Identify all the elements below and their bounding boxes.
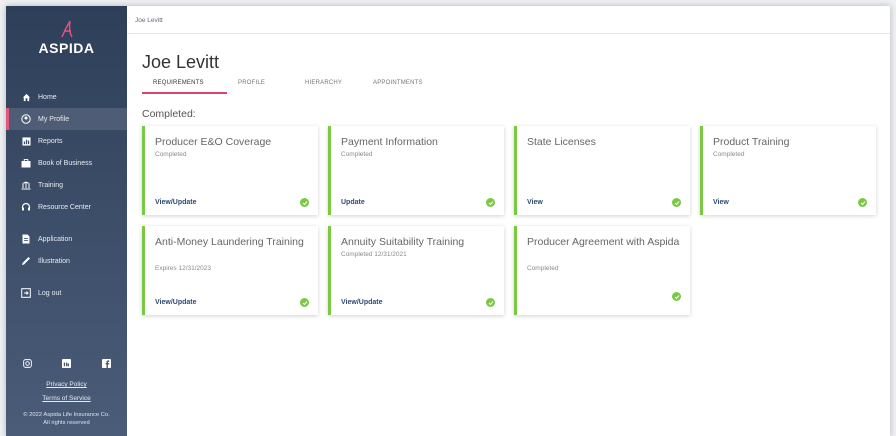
card-title: Payment Information [341,136,438,148]
view-link[interactable]: View [713,199,729,206]
sidebar-item-illustration[interactable]: Illustration [6,250,127,272]
facebook-icon[interactable] [101,358,111,368]
view-update-link[interactable]: View/Update [155,199,197,206]
main-content: Joe Levitt Joe Levitt REQUIREMENTS PROFI… [127,6,890,436]
pencil-icon [20,255,32,267]
requirement-card-anti-money-laundering: Anti-Money Laundering Training Expires 1… [142,226,318,315]
requirement-card-product-training: Product Training Completed View [700,126,876,215]
tab-appointments[interactable]: APPOINTMENTS [361,80,441,94]
nav-divider [6,218,127,228]
card-title: Product Training [713,136,790,148]
view-link[interactable]: View [527,199,543,206]
card-title: Producer E&O Coverage [155,136,272,148]
briefcase-icon [20,157,32,169]
breadcrumb: Joe Levitt [127,6,890,34]
tab-requirements[interactable]: REQUIREMENTS [142,80,227,94]
document-icon [20,233,32,245]
update-link[interactable]: Update [341,199,365,206]
card-title: Annuity Suitability Training [341,236,465,248]
card-status: Completed [155,151,187,158]
check-circle-icon [486,298,495,307]
check-circle-icon [672,292,681,301]
sidebar-item-label: Application [38,235,73,243]
card-title: Producer Agreement with Aspida [527,236,680,248]
sidebar-item-book-of-business[interactable]: Book of Business [6,152,127,174]
privacy-policy-link[interactable]: Privacy Policy [6,378,127,392]
sidebar-item-reports[interactable]: Reports [6,130,127,152]
card-title: Anti-Money Laundering Training [155,236,304,248]
check-circle-icon [858,198,867,207]
instagram-icon[interactable] [22,358,32,368]
requirement-card-producer-agreement: Producer Agreement with Aspida Completed [514,226,690,315]
card-status: Completed 12/31/2021 [341,251,407,258]
brand-name: ASPIDA [38,40,95,56]
user-circle-icon [20,113,32,125]
sidebar-item-label: My Profile [38,115,70,123]
reports-icon [20,135,32,147]
home-icon [20,91,32,103]
linkedin-icon[interactable] [62,358,72,368]
logout-icon [20,287,32,299]
sidebar-item-label: Log out [38,289,62,297]
card-status: Expires 12/31/2023 [155,265,212,272]
view-update-link[interactable]: View/Update [155,299,197,306]
sidebar-item-my-profile[interactable]: My Profile [6,108,127,130]
sidebar-item-resource-center[interactable]: Resource Center [6,196,127,218]
check-circle-icon [672,198,681,207]
copyright-line: © 2022 Aspida Life Insurance Co. [23,412,110,418]
sidebar-item-home[interactable]: Home [6,86,127,108]
sidebar-item-label: Home [38,93,57,101]
sidebar-item-label: Illustration [38,257,70,265]
section-heading: Completed: [142,108,196,120]
requirement-card-annuity-suitability: Annuity Suitability Training Completed 1… [328,226,504,315]
requirement-card-state-licenses: State Licenses View [514,126,690,215]
tab-profile[interactable]: PROFILE [227,80,294,94]
terms-of-service-link[interactable]: Terms of Service [6,392,127,406]
sidebar-item-label: Training [38,181,64,189]
requirement-card-producer-eo: Producer E&O Coverage Completed View/Upd… [142,126,318,215]
card-status: Completed [713,151,745,158]
social-links [6,358,127,368]
requirement-card-payment-information: Payment Information Completed Update [328,126,504,215]
sidebar-item-label: Book of Business [38,159,93,167]
logo[interactable]: ASPIDA [6,6,127,86]
card-status: Completed [341,151,373,158]
tab-hierarchy[interactable]: HIERARCHY [294,80,361,94]
institution-icon [20,179,32,191]
copyright: © 2022 Aspida Life Insurance Co. All rig… [6,411,127,427]
card-status: Completed [527,265,559,272]
profile-tabs: REQUIREMENTS PROFILE HIERARCHY APPOINTME… [142,80,441,94]
footer-links: Privacy Policy Terms of Service [6,378,127,406]
check-circle-icon [300,298,309,307]
sidebar-item-training[interactable]: Training [6,174,127,196]
view-update-link[interactable]: View/Update [341,299,383,306]
sidebar-item-application[interactable]: Application [6,228,127,250]
sidebar-item-label: Resource Center [38,203,91,211]
nav-divider [6,272,127,282]
headset-icon [20,201,32,213]
check-circle-icon [300,198,309,207]
copyright-line: All rights reserved [43,420,90,426]
check-circle-icon [486,198,495,207]
page-title: Joe Levitt [142,52,220,72]
card-title: State Licenses [527,136,596,148]
sidebar: ASPIDA Home My Profile Reports Book of B… [6,6,127,436]
sidebar-item-log-out[interactable]: Log out [6,282,127,304]
aspida-logo-icon [60,20,73,38]
app-window: ASPIDA Home My Profile Reports Book of B… [6,6,890,436]
sidebar-item-label: Reports [38,137,63,145]
